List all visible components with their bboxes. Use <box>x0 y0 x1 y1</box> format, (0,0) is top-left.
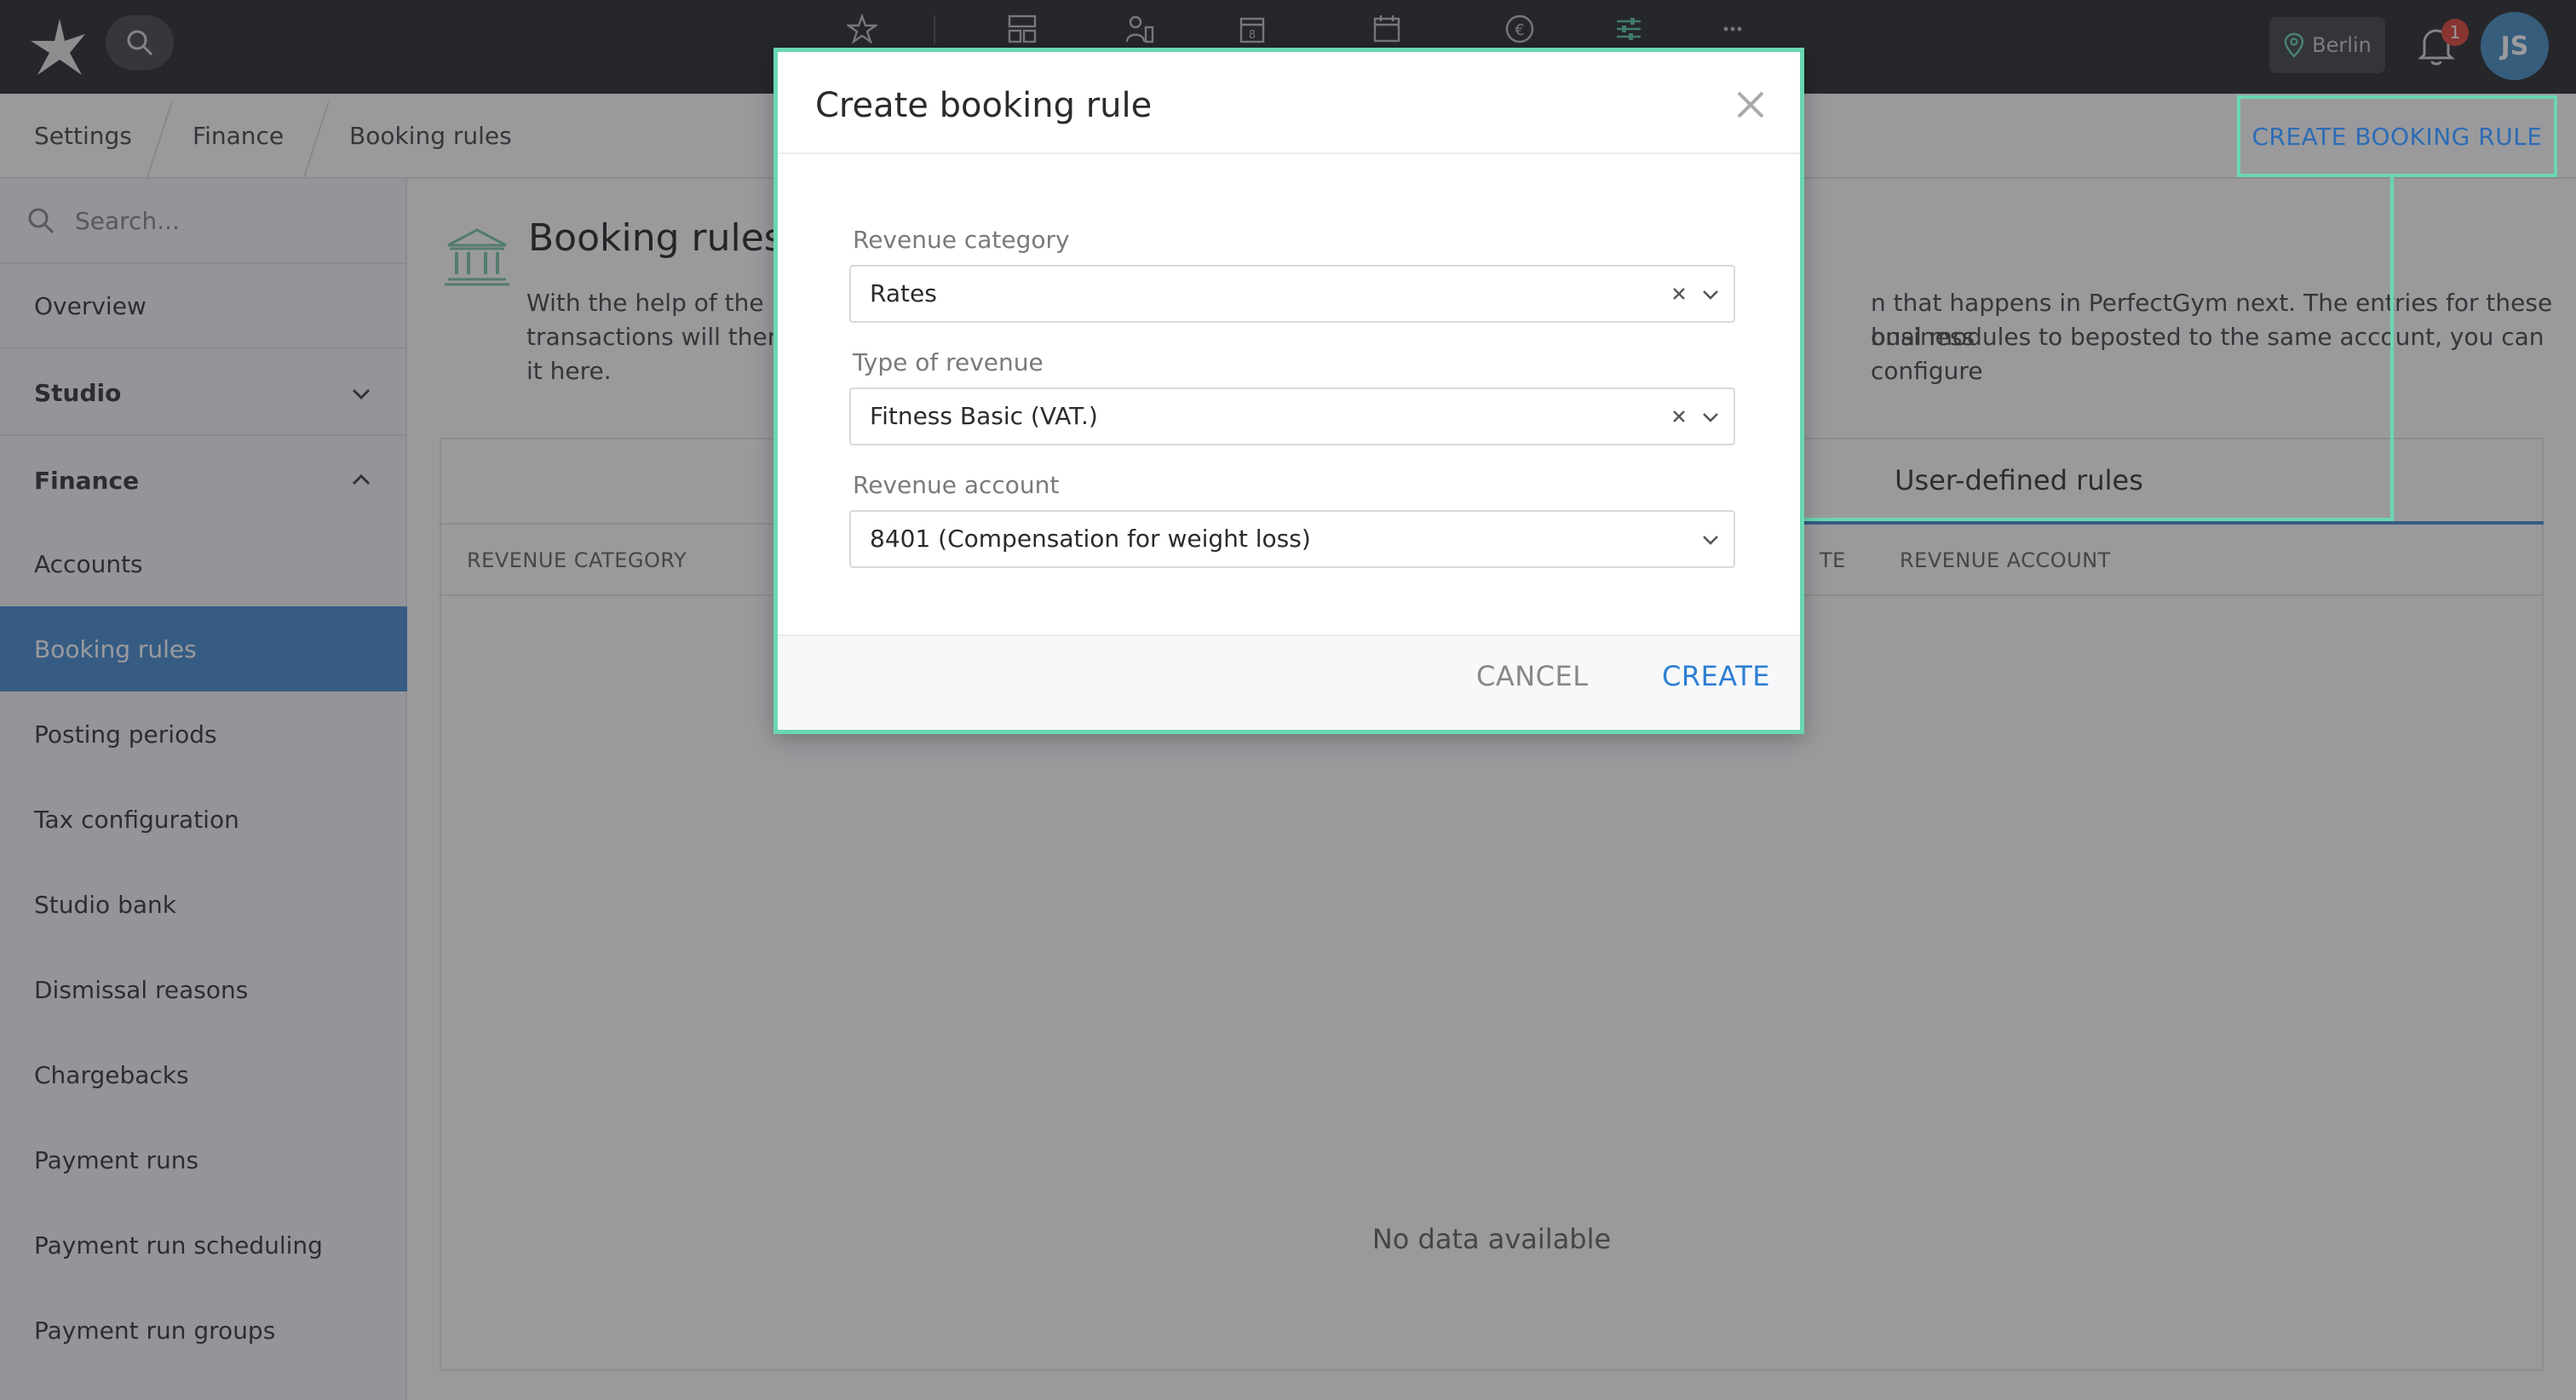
revenue-account-select[interactable]: 8401 (Compensation for weight loss) <box>849 510 1735 568</box>
dialog-title: Create booking rule <box>815 86 1153 125</box>
highlight-connector <box>1803 518 2394 521</box>
chevron-down-icon[interactable] <box>1699 284 1722 306</box>
chevron-down-icon[interactable] <box>1699 529 1722 551</box>
revenue-category-select[interactable]: Rates <box>849 265 1735 323</box>
type-of-revenue-select[interactable]: Fitness Basic (VAT.) <box>849 387 1735 445</box>
close-icon[interactable] <box>1734 88 1768 122</box>
revenue-category-value: Rates <box>870 279 937 307</box>
clear-icon[interactable] <box>1669 284 1689 304</box>
highlight-connector <box>2390 177 2394 521</box>
clear-icon[interactable] <box>1669 406 1689 427</box>
create-booking-rule-button[interactable]: CREATE BOOKING RULE <box>2237 95 2557 177</box>
cancel-button[interactable]: CANCEL <box>1476 660 1589 692</box>
dialog-header: Create booking rule <box>778 52 1800 154</box>
type-of-revenue-value: Fitness Basic (VAT.) <box>870 402 1098 430</box>
create-booking-rule-dialog: Create booking rule Revenue category Rat… <box>773 48 1804 734</box>
revenue-account-value: 8401 (Compensation for weight loss) <box>870 525 1311 553</box>
revenue-category-label: Revenue category <box>853 226 1070 254</box>
revenue-account-label: Revenue account <box>853 471 1060 499</box>
create-button[interactable]: CREATE <box>1662 660 1770 692</box>
dialog-footer: CANCEL CREATE <box>778 634 1800 730</box>
type-of-revenue-label: Type of revenue <box>853 348 1044 376</box>
chevron-down-icon[interactable] <box>1699 406 1722 428</box>
